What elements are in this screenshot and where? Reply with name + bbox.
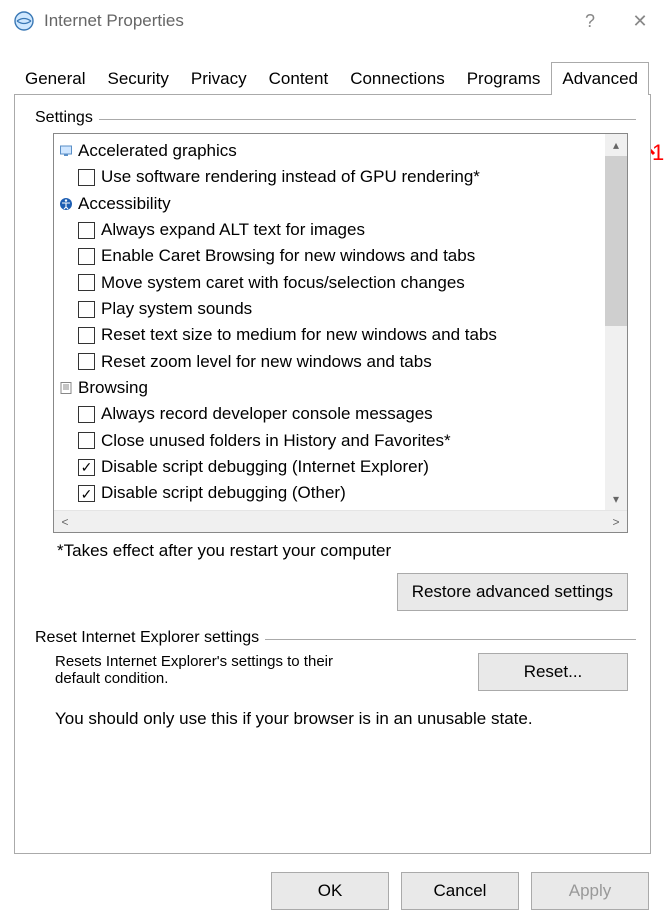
settings-checkbox-row[interactable]: Play system sounds — [56, 296, 603, 322]
tab-security[interactable]: Security — [96, 62, 179, 95]
close-button[interactable]: ✕ — [615, 0, 665, 42]
restore-advanced-button[interactable]: Restore advanced settings — [397, 573, 628, 611]
settings-group-header: Settings — [29, 109, 636, 127]
settings-category: Accessibility — [56, 191, 603, 217]
settings-footnote: *Takes effect after you restart your com… — [57, 541, 636, 561]
checkbox-label: Reset text size to medium for new window… — [101, 322, 497, 348]
settings-checkbox-row[interactable]: Enable Caret Browsing for new windows an… — [56, 243, 603, 269]
reset-legend: Reset Internet Explorer settings — [29, 629, 265, 647]
checkbox[interactable] — [78, 169, 95, 186]
annotation-1: 1 — [652, 140, 664, 166]
scroll-down-arrow-icon[interactable]: ▾ — [605, 488, 627, 510]
tab-content[interactable]: Content — [258, 62, 340, 95]
page-icon — [58, 380, 74, 396]
checkbox[interactable] — [78, 222, 95, 239]
reset-button[interactable]: Reset... — [478, 653, 628, 691]
category-label: Accessibility — [78, 191, 171, 217]
tab-privacy[interactable]: Privacy — [180, 62, 258, 95]
window-title: Internet Properties — [44, 11, 184, 31]
settings-checkbox-row[interactable]: ✓ Disable script debugging (Other) — [56, 480, 603, 506]
category-label: Browsing — [78, 375, 148, 401]
tab-panel-advanced: Settings Accelerated graphicsUse softwar… — [14, 94, 651, 854]
settings-checkbox-row[interactable]: Reset zoom level for new windows and tab… — [56, 349, 603, 375]
help-button[interactable]: ? — [565, 0, 615, 42]
checkbox-label: Play system sounds — [101, 296, 252, 322]
checkbox[interactable] — [78, 248, 95, 265]
titlebar: Internet Properties ? ✕ — [0, 0, 665, 42]
accessibility-icon — [58, 196, 74, 212]
settings-checkbox-row[interactable]: Display a notification about every scrip… — [56, 507, 603, 510]
scroll-left-arrow-icon[interactable]: < — [54, 511, 76, 532]
checkbox-label: Disable script debugging (Internet Explo… — [101, 454, 429, 480]
horizontal-scrollbar[interactable]: < > — [54, 510, 627, 532]
checkbox-label: Enable Caret Browsing for new windows an… — [101, 243, 475, 269]
cancel-button[interactable]: Cancel — [401, 872, 519, 910]
settings-checkbox-row[interactable]: ✓ Disable script debugging (Internet Expl… — [56, 454, 603, 480]
settings-checkbox-row[interactable]: Always expand ALT text for images — [56, 217, 603, 243]
checkbox-label: Move system caret with focus/selection c… — [101, 270, 465, 296]
reset-group-header: Reset Internet Explorer settings — [29, 629, 636, 647]
checkbox-label: Reset zoom level for new windows and tab… — [101, 349, 432, 375]
tab-connections[interactable]: Connections — [339, 62, 456, 95]
checkbox[interactable]: ✓ — [78, 459, 95, 476]
settings-legend: Settings — [29, 109, 99, 127]
settings-listbox[interactable]: Accelerated graphicsUse software renderi… — [53, 133, 628, 533]
checkbox-label: Display a notification about every scrip… — [101, 507, 436, 510]
apply-button[interactable]: Apply — [531, 872, 649, 910]
checkbox-label: Always record developer console messages — [101, 401, 433, 427]
vertical-scrollbar[interactable]: ▴ ▾ — [605, 134, 627, 510]
checkbox-label: Always expand ALT text for images — [101, 217, 365, 243]
tab-programs[interactable]: Programs — [456, 62, 552, 95]
dialog-actions: OK Cancel Apply — [271, 872, 649, 910]
settings-checkbox-row[interactable]: Always record developer console messages — [56, 401, 603, 427]
settings-checkbox-row[interactable]: Close unused folders in History and Favo… — [56, 428, 603, 454]
scroll-up-arrow-icon[interactable]: ▴ — [605, 134, 627, 156]
app-icon — [12, 9, 36, 33]
category-label: Accelerated graphics — [78, 138, 237, 164]
ok-button[interactable]: OK — [271, 872, 389, 910]
checkbox[interactable]: ✓ — [78, 485, 95, 502]
scroll-thumb[interactable] — [605, 156, 627, 326]
settings-checkbox-row[interactable]: Reset text size to medium for new window… — [56, 322, 603, 348]
tab-general[interactable]: General — [14, 62, 96, 95]
checkbox[interactable] — [78, 301, 95, 318]
checkbox-label: Close unused folders in History and Favo… — [101, 428, 451, 454]
checkbox-label: Use software rendering instead of GPU re… — [101, 164, 480, 190]
tab-bar: General Security Privacy Content Connect… — [0, 62, 665, 95]
settings-checkbox-row[interactable]: Move system caret with focus/selection c… — [56, 270, 603, 296]
checkbox[interactable] — [78, 432, 95, 449]
settings-category: Accelerated graphics — [56, 138, 603, 164]
settings-category: Browsing — [56, 375, 603, 401]
checkbox-label: Disable script debugging (Other) — [101, 480, 346, 506]
checkbox[interactable] — [78, 327, 95, 344]
reset-warning: You should only use this if your browser… — [55, 709, 533, 728]
tab-advanced[interactable]: Advanced — [551, 62, 649, 95]
reset-description: Resets Internet Explorer's settings to t… — [55, 653, 478, 687]
settings-checkbox-row[interactable]: Use software rendering instead of GPU re… — [56, 164, 603, 190]
monitor-icon — [58, 143, 74, 159]
scroll-right-arrow-icon[interactable]: > — [605, 511, 627, 532]
checkbox[interactable] — [78, 406, 95, 423]
checkbox[interactable] — [78, 353, 95, 370]
checkbox[interactable] — [78, 274, 95, 291]
